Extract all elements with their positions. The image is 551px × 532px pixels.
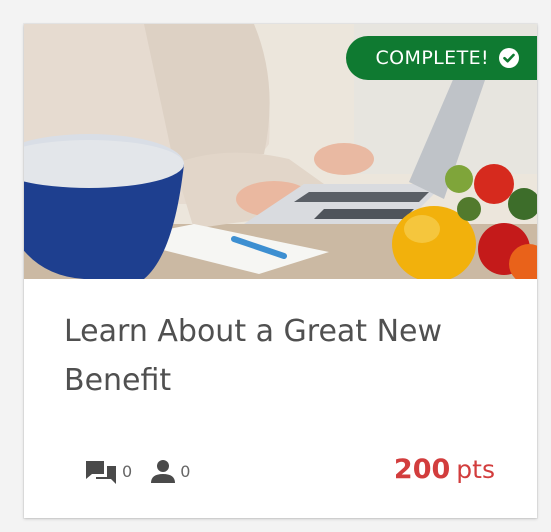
- card-hero-image: COMPLETE!: [24, 24, 537, 279]
- comments-stat[interactable]: 0: [84, 457, 132, 485]
- challenge-card[interactable]: COMPLETE! Learn About a Great New Benefi…: [24, 24, 537, 518]
- participants-count: 0: [180, 461, 191, 481]
- points-award: 200 pts: [394, 454, 495, 485]
- comments-count: 0: [122, 461, 133, 481]
- status-badge-label: COMPLETE!: [375, 47, 489, 69]
- check-circle-icon: [499, 48, 519, 68]
- card-stats: 0 0: [84, 457, 208, 485]
- person-icon: [151, 460, 176, 483]
- status-badge: COMPLETE!: [345, 36, 537, 80]
- chat-bubbles-icon: [86, 461, 116, 484]
- participants-stat[interactable]: 0: [150, 458, 190, 484]
- points-unit: pts: [456, 455, 495, 484]
- card-title[interactable]: Learn About a Great New Benefit: [64, 307, 504, 405]
- points-value: 200: [393, 454, 451, 485]
